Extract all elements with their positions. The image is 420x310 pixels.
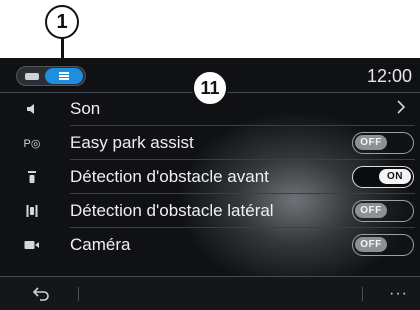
list-view-option[interactable] [45, 68, 83, 84]
chevron-right-icon[interactable] [396, 98, 406, 121]
settings-row-front-obstacle-detection[interactable]: Détection d'obstacle avant ON [0, 162, 420, 192]
camera-icon [22, 240, 42, 250]
settings-row-son[interactable]: Son [0, 94, 420, 124]
list-menu-icon [59, 72, 69, 80]
settings-row-side-obstacle-detection[interactable]: Détection d'obstacle latéral OFF [0, 196, 420, 226]
toggle-state: OFF [355, 135, 387, 150]
divider [70, 193, 415, 194]
park-assist-icon: P◎ [23, 137, 41, 150]
bottom-bar: ··· [0, 277, 420, 310]
speaker-icon [22, 103, 42, 115]
divider [70, 125, 415, 126]
callout-1: 1 [45, 5, 79, 39]
settings-row-camera[interactable]: Caméra OFF [0, 230, 420, 260]
front-obstacle-icon [22, 170, 42, 184]
side-obstacle-icon [22, 204, 42, 218]
settings-row-label: Détection d'obstacle avant [70, 167, 269, 186]
bar-separator [362, 287, 363, 301]
toggle-state: OFF [355, 203, 387, 218]
side-obstacle-detection-toggle[interactable]: OFF [352, 200, 414, 222]
settings-row-easy-park-assist[interactable]: P◎ Easy park assist OFF [0, 128, 420, 158]
widget-view-option[interactable] [19, 69, 45, 83]
widget-icon [25, 72, 39, 80]
multimedia-screen: 12:00 11 Son P◎ Easy park assist OFF Dét… [0, 58, 420, 310]
clock: 12:00 [366, 66, 412, 86]
camera-toggle[interactable]: OFF [352, 234, 414, 256]
back-icon[interactable] [32, 284, 52, 302]
bar-separator [78, 287, 79, 301]
toggle-state: OFF [355, 237, 387, 252]
toggle-state: ON [379, 169, 411, 184]
settings-row-label: Détection d'obstacle latéral [70, 201, 274, 220]
divider [70, 159, 415, 160]
settings-row-label: Easy park assist [70, 133, 194, 152]
front-obstacle-detection-toggle[interactable]: ON [352, 166, 414, 188]
easy-park-assist-toggle[interactable]: OFF [352, 132, 414, 154]
more-options-icon[interactable]: ··· [389, 285, 408, 303]
divider [70, 227, 415, 228]
view-mode-toggle[interactable] [16, 66, 86, 86]
settings-row-label: Son [70, 99, 101, 118]
settings-row-label: Caméra [70, 235, 131, 254]
